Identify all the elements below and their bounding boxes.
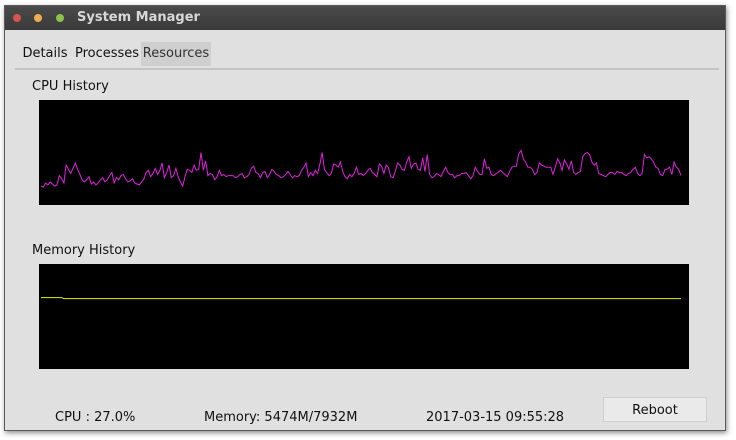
tab-processes[interactable]: Processes	[73, 42, 141, 66]
memory-history-graph	[39, 264, 689, 369]
datetime-status: 2017-03-15 09:55:28	[426, 410, 565, 425]
cpu-history-title: CPU History	[32, 79, 109, 94]
tab-details[interactable]: Details	[17, 42, 73, 66]
memory-history-plot	[41, 297, 681, 300]
title-bar[interactable]: System Manager	[5, 6, 725, 30]
cpu-history-line	[40, 149, 682, 188]
close-icon[interactable]	[13, 14, 21, 22]
memory-usage-status: Memory: 5474M/7932M	[204, 410, 358, 425]
tab-bar: Details Processes Resources	[15, 42, 719, 70]
minimize-icon[interactable]	[34, 14, 42, 22]
window-title: System Manager	[77, 10, 200, 25]
cpu-usage-status: CPU : 27.0%	[55, 410, 136, 425]
tab-resources[interactable]: Resources	[141, 42, 211, 66]
memory-history-title: Memory History	[32, 243, 136, 258]
cpu-history-plot	[40, 149, 682, 188]
reboot-button[interactable]: Reboot	[603, 397, 707, 422]
memory-history-line	[41, 297, 681, 300]
maximize-icon[interactable]	[56, 14, 64, 22]
cpu-history-graph	[39, 100, 689, 205]
system-manager-window: System Manager Details Processes Resourc…	[4, 5, 726, 431]
